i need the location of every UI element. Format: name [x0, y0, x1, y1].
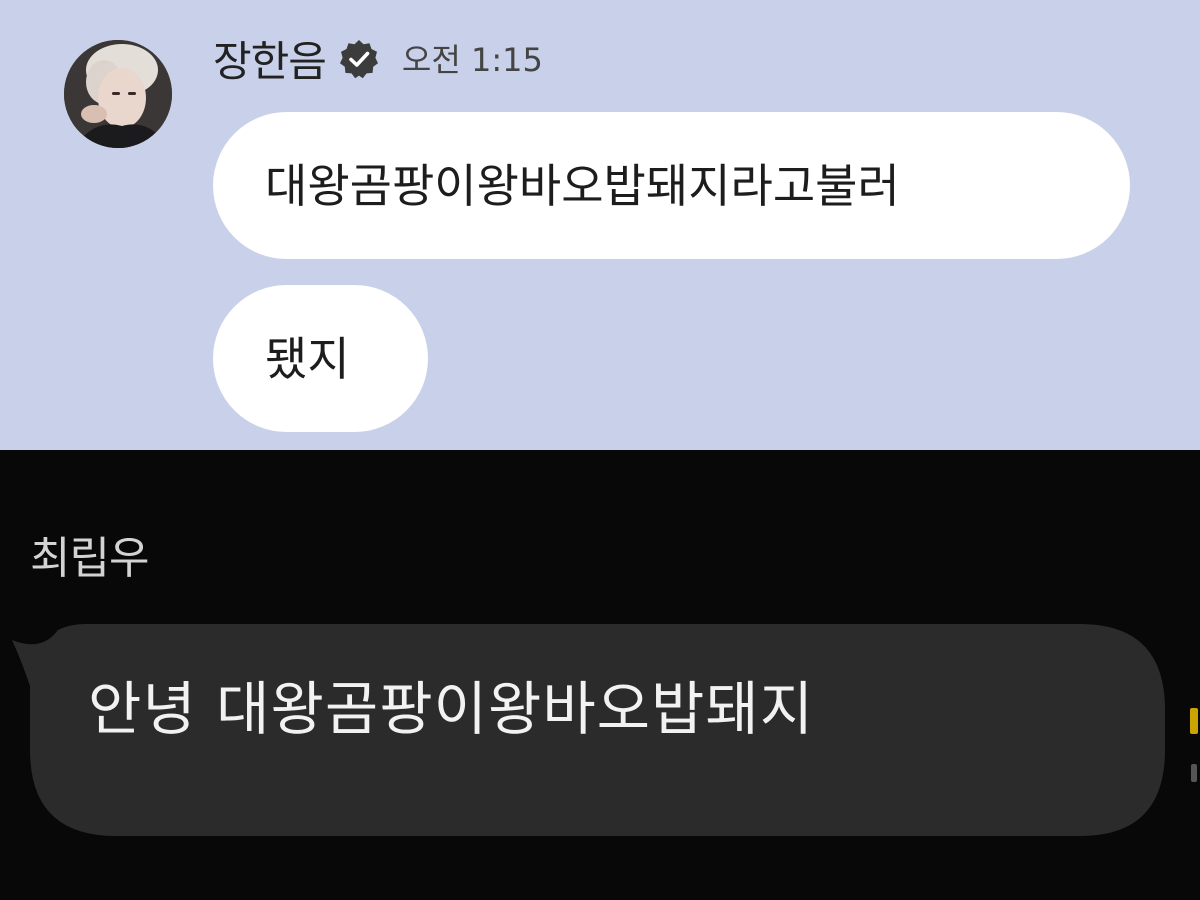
edge-partial-icon — [1190, 708, 1198, 782]
message-header: 장한음 오전 1:15 — [213, 28, 543, 88]
bottom-chat-panel: 최립우 안녕 대왕곰팡이왕바오밥돼지 — [0, 450, 1200, 900]
top-chat-panel: 장한음 오전 1:15 대왕곰팡이왕바오밥돼지라고불러 됐지 — [0, 0, 1200, 450]
verified-badge-icon — [339, 40, 378, 79]
sender-name[interactable]: 장한음 — [213, 28, 327, 89]
sender-avatar[interactable] — [64, 40, 172, 148]
message-text: 대왕곰팡이왕바오밥돼지라고불러 — [265, 158, 900, 213]
message-text: 됐지 — [265, 331, 350, 386]
message-timestamp: 오전 1:15 — [401, 41, 543, 79]
avatar-photo-icon — [64, 40, 172, 148]
message-bubble[interactable]: 안녕 대왕곰팡이왕바오밥돼지 — [0, 622, 1180, 842]
message-bubble[interactable]: 대왕곰팡이왕바오밥돼지라고불러 — [213, 112, 1130, 259]
sender-name[interactable]: 최립우 — [30, 522, 149, 586]
message-text: 안녕 대왕곰팡이왕바오밥돼지 — [88, 675, 815, 743]
message-bubble[interactable]: 됐지 — [213, 285, 428, 432]
